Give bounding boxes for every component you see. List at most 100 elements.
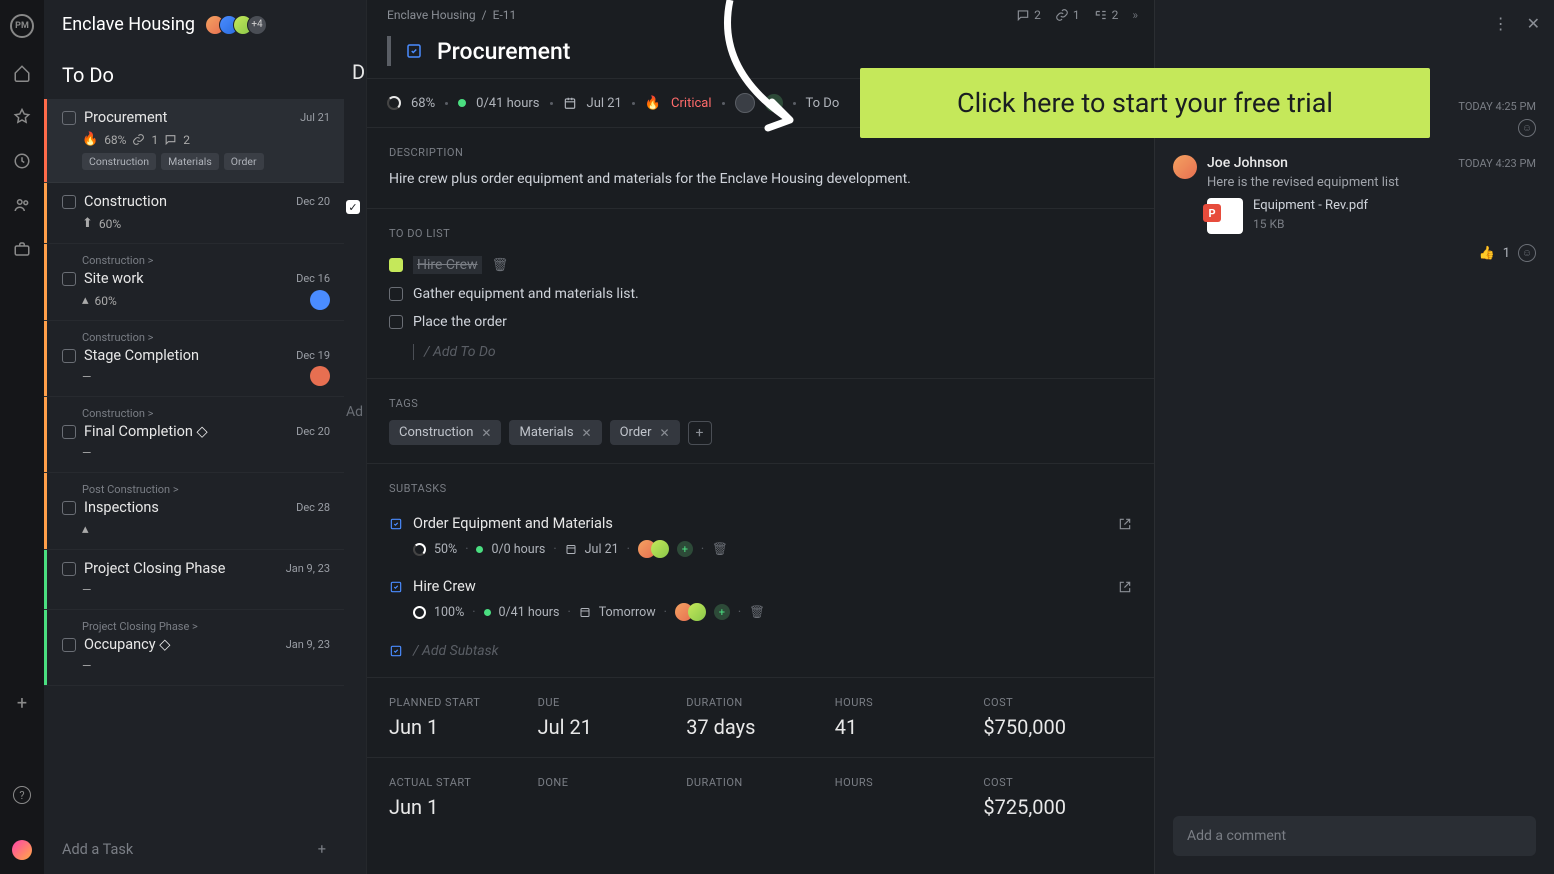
stat-label: Hours <box>835 776 984 789</box>
project-avatars[interactable]: +4 <box>205 15 267 35</box>
task-due[interactable]: Jul 21 <box>587 96 622 111</box>
stat-value: Jun 1 <box>389 795 538 819</box>
cta-banner[interactable]: Click here to start your free trial <box>860 68 1430 138</box>
comments-count[interactable]: 2 <box>1016 8 1041 22</box>
description-text[interactable]: Hire crew plus order equipment and mater… <box>389 169 1132 190</box>
task-percent: 68% <box>104 133 126 147</box>
add-reaction-button[interactable]: ☺ <box>1518 244 1536 262</box>
remove-tag-icon[interactable]: ✕ <box>582 426 592 440</box>
task-card[interactable]: Project Closing Phase >Occupancy ◇Jan 9,… <box>44 610 344 686</box>
comment-text: Here is the revised equipment list <box>1207 175 1536 190</box>
clock-icon[interactable] <box>13 152 31 170</box>
task-card[interactable]: Project Closing PhaseJan 9, 23— <box>44 550 344 610</box>
add-assignee-button[interactable]: + <box>714 604 730 620</box>
actual-stats: Actual StartJun 1 Done Duration Hours Co… <box>367 758 1154 837</box>
task-percent: — <box>82 370 91 384</box>
priority-edge <box>44 321 47 396</box>
add-subtask-input[interactable]: / Add Subtask <box>389 631 1132 659</box>
stat-value: $725,000 <box>983 795 1132 819</box>
comment-avatar[interactable] <box>1173 155 1197 179</box>
todo-checkbox[interactable] <box>389 315 403 329</box>
current-user-avatar[interactable] <box>12 840 32 860</box>
open-icon[interactable] <box>1118 517 1132 531</box>
remove-tag-icon[interactable]: ✕ <box>481 426 491 440</box>
task-tag: Construction <box>82 153 156 170</box>
add-icon[interactable]: + <box>17 693 27 714</box>
activity-icon[interactable] <box>13 108 31 126</box>
more-menu-icon[interactable]: ⋮ <box>1493 14 1509 33</box>
close-icon[interactable]: ✕ <box>1527 14 1540 33</box>
add-todo-input[interactable]: / Add To Do <box>389 336 1132 360</box>
ghost-text: D <box>352 60 365 84</box>
comment-block: Joe JohnsonTODAY 4:23 PMHere is the revi… <box>1173 155 1536 262</box>
trash-icon[interactable]: 🗑 <box>712 542 728 557</box>
add-tag-button[interactable]: + <box>688 421 712 445</box>
assignee-avatar[interactable] <box>310 366 330 386</box>
remove-tag-icon[interactable]: ✕ <box>659 426 669 440</box>
todo-checkbox[interactable] <box>389 258 403 272</box>
task-checkbox[interactable] <box>62 562 76 576</box>
task-name: Final Completion ◇ <box>84 423 288 440</box>
task-title[interactable]: Procurement <box>437 38 570 65</box>
task-status[interactable]: To Do <box>806 96 840 111</box>
tag-chip[interactable]: Order✕ <box>610 420 680 445</box>
task-card[interactable]: Construction >Site workDec 16▴60% <box>44 244 344 321</box>
comment-input[interactable]: Add a comment <box>1173 816 1536 856</box>
task-card[interactable]: ConstructionDec 20⬆60% <box>44 183 344 244</box>
stat-label: Actual Start <box>389 776 538 789</box>
assignee-avatar[interactable] <box>735 93 755 113</box>
task-checkbox[interactable] <box>62 638 76 652</box>
task-card[interactable]: Post Construction >InspectionsDec 28▴ <box>44 473 344 550</box>
links-count[interactable]: 1 <box>1055 8 1080 22</box>
assignee-avatar[interactable] <box>651 540 669 558</box>
task-card[interactable]: ProcurementJul 21🔥68%12ConstructionMater… <box>44 99 344 183</box>
avatar-more-count[interactable]: +4 <box>247 15 267 35</box>
link-icon <box>132 133 145 146</box>
subtasks-label: Subtasks <box>389 482 1132 495</box>
add-reaction-button[interactable]: ☺ <box>1518 119 1536 137</box>
assignee-avatar[interactable] <box>310 290 330 310</box>
add-task-label: Add a Task <box>62 841 133 858</box>
add-assignee-button[interactable]: + <box>677 541 693 557</box>
assignee-avatar[interactable] <box>688 603 706 621</box>
task-checkbox[interactable] <box>62 501 76 515</box>
todo-item[interactable]: Hire Crew🗑 <box>389 250 1132 280</box>
todo-checkbox[interactable] <box>389 287 403 301</box>
trash-icon[interactable]: 🗑 <box>749 605 765 620</box>
tag-chip[interactable]: Construction✕ <box>389 420 501 445</box>
people-icon[interactable] <box>13 196 31 214</box>
description-section: Description Hire crew plus order equipme… <box>367 128 1154 209</box>
priority-edge <box>44 183 47 243</box>
task-checkbox[interactable] <box>62 195 76 209</box>
tag-chip[interactable]: Materials✕ <box>509 420 601 445</box>
todo-item[interactable]: Place the order <box>389 308 1132 336</box>
subtask-item[interactable]: Hire Crew 100%·0/41 hours·Tomorrow·+·🗑 <box>389 568 1132 631</box>
task-card[interactable]: Construction >Stage CompletionDec 19— <box>44 321 344 397</box>
task-checkbox[interactable] <box>62 272 76 286</box>
task-checkbox[interactable] <box>62 349 76 363</box>
subtask-item[interactable]: Order Equipment and Materials 50%·0/0 ho… <box>389 505 1132 568</box>
app-nav-rail: PM + ? <box>0 0 44 874</box>
thumbs-up-icon[interactable]: 👍 <box>1479 246 1495 261</box>
breadcrumb[interactable]: Enclave Housing / E-11 <box>387 8 516 22</box>
task-priority[interactable]: Critical <box>671 96 711 111</box>
add-task-button[interactable]: Add a Task + <box>44 825 344 874</box>
briefcase-icon[interactable] <box>13 240 31 258</box>
trash-icon[interactable]: 🗑 <box>492 258 509 273</box>
project-name[interactable]: Enclave Housing <box>62 14 195 35</box>
comment-attachment[interactable]: PEquipment - Rev.pdf15 KB <box>1207 198 1536 234</box>
todo-item[interactable]: Gather equipment and materials list. <box>389 280 1132 308</box>
task-card[interactable]: Construction >Final Completion ◇Dec 20— <box>44 397 344 473</box>
app-logo[interactable]: PM <box>10 14 34 38</box>
home-icon[interactable] <box>13 64 31 82</box>
help-icon[interactable]: ? <box>13 786 31 804</box>
subtask-icon <box>1094 8 1108 22</box>
open-icon[interactable] <box>1118 580 1132 594</box>
more-icon[interactable]: » <box>1132 8 1138 22</box>
planned-stats: Planned StartJun 1 DueJul 21 Duration37 … <box>367 678 1154 758</box>
task-checkbox[interactable] <box>62 425 76 439</box>
add-assignee-button[interactable]: + <box>765 94 783 112</box>
task-checkbox[interactable] <box>62 111 76 125</box>
subtasks-count[interactable]: 2 <box>1094 8 1119 22</box>
task-date: Jan 9, 23 <box>286 562 330 575</box>
